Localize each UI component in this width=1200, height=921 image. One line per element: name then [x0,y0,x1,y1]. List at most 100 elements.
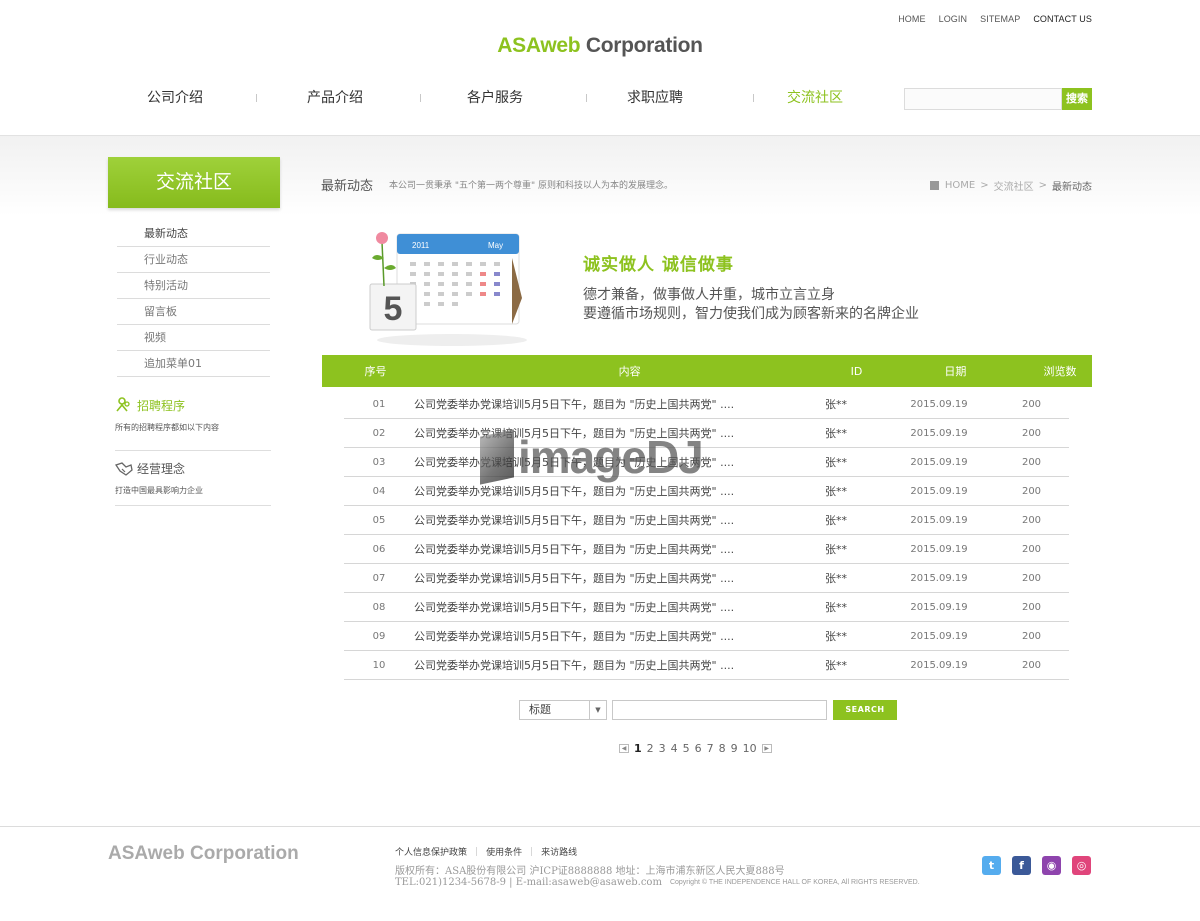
cell-title: 公司党委举办党课培训5月5日下午，题目为 "历史上国共两党" .... [414,659,735,672]
breadcrumb-section[interactable]: 交流社区 [994,178,1034,193]
cell-views: 200 [1021,398,1042,410]
cell-views: 200 [1021,427,1042,439]
col-header-no: 序号 [364,365,387,378]
header-search-button[interactable]: 搜索 [1062,88,1092,110]
search-field-select[interactable]: 标题 ▼ [519,700,607,720]
table-row[interactable]: 10 公司党委举办党课培训5月5日下午，题目为 "历史上国共两党" .... 张**… [344,651,1069,680]
people-icon [116,397,130,412]
page-link[interactable]: 7 [707,742,714,755]
page-link[interactable]: 1 [634,742,642,755]
side-item-latest[interactable]: 最新动态 [117,221,270,247]
cell-no: 07 [372,572,386,584]
table-row[interactable]: 01 公司党委举办党课培训5月5日下午，题目为 "历史上国共两党" .... 张**… [344,390,1069,419]
cell-title: 公司党委举办党课培训5月5日下午，题目为 "历史上国共两党" .... [414,601,735,614]
board-search-button[interactable]: SEARCH [833,700,897,720]
footer-link-terms[interactable]: 使用条件 [486,845,522,858]
calendar-illustration: 2011 May 5 [369,232,527,346]
table-row[interactable]: 09 公司党委举办党课培训5月5日下午，题目为 "历史上国共两党" .... 张**… [344,622,1069,651]
footer-logo[interactable]: ASAweb Corporation [108,843,299,865]
page-title: 最新动态 [321,179,374,194]
facebook-icon[interactable]: f [1012,856,1031,875]
breadcrumb-home[interactable]: HOME [945,180,975,191]
footer-divider [0,826,1200,827]
cell-id: 张** [825,572,847,585]
cell-title: 公司党委举办党课培训5月5日下午，题目为 "历史上国共两党" .... [414,572,735,585]
board-search-input[interactable] [612,700,827,720]
cell-no: 02 [372,427,386,439]
top-links: HOME LOGIN SITEMAP CONTACT US [898,14,1092,24]
page-link[interactable]: 6 [695,742,702,755]
site-logo[interactable]: ASAweb Corporation [0,34,1200,58]
cell-title: 公司党委举办党课培训5月5日下午，题目为 "历史上国共两党" .... [414,543,735,556]
col-header-content: 内容 [618,365,641,378]
top-link-home[interactable]: HOME [898,14,925,24]
page-link[interactable]: 3 [659,742,666,755]
header-search-input[interactable] [904,88,1062,110]
slogan-line-1: 德才兼备，做事做人并重，城市立言立身 [583,287,835,303]
footer-link-privacy[interactable]: 个人信息保护政策 [395,845,467,858]
side-item-video[interactable]: 视频 [117,325,270,351]
table-body: 01 公司党委举办党课培训5月5日下午，题目为 "历史上国共两党" .... 张**… [344,390,1069,680]
cell-date: 2015.09.19 [910,572,968,584]
page-description: 本公司一贯秉承 "五个第一两个尊重" 原则和科技以人为本的发展理念。 [389,181,674,191]
breadcrumb-separator: > [980,180,989,191]
cell-title: 公司党委举办党课培训5月5日下午，题目为 "历史上国共两党" .... [414,630,735,643]
page-link[interactable]: 8 [719,742,726,755]
nav-item-service[interactable]: 各户服务 [415,88,575,110]
cell-date: 2015.09.19 [910,601,968,613]
table-row[interactable]: 04 公司党委举办党课培训5月5日下午，题目为 "历史上国共两党" .... 张**… [344,477,1069,506]
cell-no: 06 [372,543,386,555]
promo-recruit[interactable]: 招聘程序 所有的招聘程序都如以下内容 [115,396,271,451]
page-link[interactable]: 10 [743,742,757,755]
header-search: 搜索 [904,88,1092,110]
nav-item-jobs[interactable]: 求职应聘 [575,88,735,110]
calendar-month: May [488,241,503,250]
table-row[interactable]: 08 公司党委举办党课培训5月5日下午，题目为 "历史上国共两党" .... 张**… [344,593,1069,622]
promo-philosophy-title: 经营理念 [137,462,186,476]
cell-date: 2015.09.19 [910,630,968,642]
top-link-login[interactable]: LOGIN [939,14,968,24]
page-link[interactable]: 5 [683,742,690,755]
side-item-industry[interactable]: 行业动态 [117,247,270,273]
side-item-guestbook[interactable]: 留言板 [117,299,270,325]
side-item-events[interactable]: 特别活动 [117,273,270,299]
table-row[interactable]: 07 公司党委举办党课培训5月5日下午，题目为 "历史上国共两党" .... 张**… [344,564,1069,593]
breadcrumb-current: 最新动态 [1052,182,1092,193]
nav-item-company[interactable]: 公司介绍 [95,88,255,110]
cell-views: 200 [1021,572,1042,584]
twitter-icon[interactable]: t [982,856,1001,875]
cell-no: 05 [372,514,386,526]
home-icon [929,181,939,190]
instagram-icon[interactable]: ◎ [1072,856,1091,875]
next-page-icon[interactable]: ▶ [761,744,772,753]
side-menu: 最新动态 行业动态 特别活动 留言板 视频 追加菜单01 [117,221,270,377]
side-item-extra[interactable]: 追加菜单01 [117,351,270,377]
table-row[interactable]: 06 公司党委举办党课培训5月5日下午，题目为 "历史上国共两党" .... 张**… [344,535,1069,564]
promo-philosophy[interactable]: 经营理念 打造中国最具影响力企业 [115,460,271,506]
table-row[interactable]: 02 公司党委举办党课培训5月5日下午，题目为 "历史上国共两党" .... 张**… [344,419,1069,448]
nav-item-community[interactable]: 交流社区 [735,88,895,110]
page-link[interactable]: 9 [731,742,738,755]
footer-contact: TEL:021)1234-5678-9 | E-mail:asaweb@asaw… [395,877,920,889]
pagination: ◀ 1 2 3 4 5 6 7 8 9 10 ▶ [619,742,772,755]
footer-tel-email: TEL:021)1234-5678-9 | E-mail:asaweb@asaw… [395,877,662,888]
footer-link-separator: | [475,846,479,857]
cell-title: 公司党委举办党课培训5月5日下午，题目为 "历史上国共两党" .... [414,514,735,527]
top-link-sitemap[interactable]: SITEMAP [980,14,1020,24]
cell-id: 张** [825,543,847,556]
pin-icon[interactable]: ◉ [1042,856,1061,875]
calendar-day: 5 [384,290,403,328]
prev-page-icon[interactable]: ◀ [619,744,629,753]
table-row[interactable]: 03 公司党委举办党课培训5月5日下午，题目为 "历史上国共两党" .... 张**… [344,448,1069,477]
nav-item-products[interactable]: 产品介绍 [255,88,415,110]
slogan-heading: 诚实做人 诚信做事 [583,255,734,275]
page-link[interactable]: 2 [647,742,654,755]
page-link[interactable]: 4 [671,742,678,755]
table-row[interactable]: 05 公司党委举办党课培训5月5日下午，题目为 "历史上国共两党" .... 张**… [344,506,1069,535]
cell-views: 200 [1021,456,1042,468]
cell-views: 200 [1021,543,1042,555]
main-nav: 公司介绍 产品介绍 各户服务 求职应聘 交流社区 [95,88,895,110]
top-link-contact[interactable]: CONTACT US [1033,14,1092,24]
breadcrumb: HOME > 交流社区 > 最新动态 [929,178,1092,193]
footer-link-directions[interactable]: 来访路线 [541,845,577,858]
